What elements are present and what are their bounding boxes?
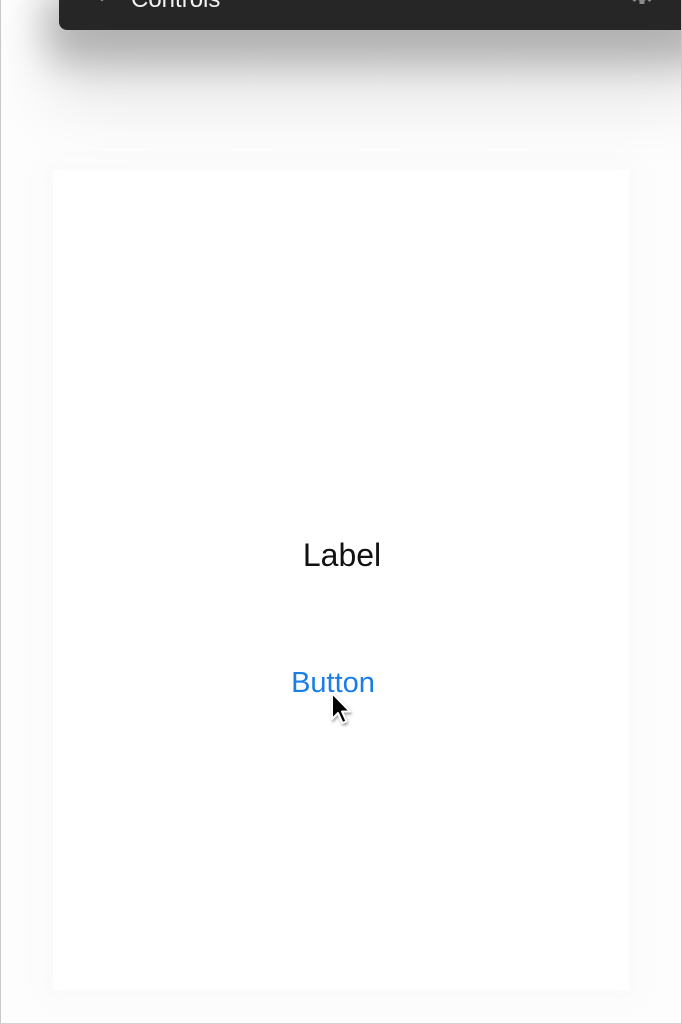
label: Label xyxy=(302,537,382,573)
main-button[interactable]: Button xyxy=(272,664,394,702)
gear-icon[interactable] xyxy=(627,0,657,10)
content-view xyxy=(53,170,629,990)
chevron-down-icon[interactable] xyxy=(95,0,109,2)
app-window: Controls Label Button xyxy=(0,0,682,1024)
controls-toolbar: Controls xyxy=(59,0,681,30)
toolbar-title: Controls xyxy=(131,0,220,14)
